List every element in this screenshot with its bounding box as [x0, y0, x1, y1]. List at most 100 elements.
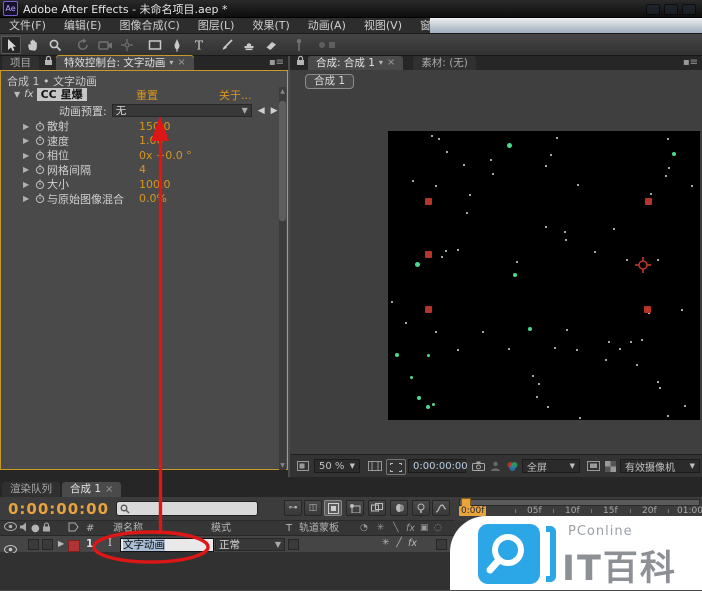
effect-name[interactable]: CC 星爆	[37, 88, 87, 101]
expander-icon[interactable]: ▶	[23, 165, 33, 174]
expander-icon[interactable]: ▶	[23, 136, 33, 145]
expander-icon[interactable]: ▶	[23, 194, 33, 203]
resolution-dropdown[interactable]: 全屏▼	[522, 459, 580, 473]
comp-flowchart-chip[interactable]: 合成 1	[305, 74, 354, 89]
tab-timeline-comp[interactable]: 合成 1 ×	[62, 482, 121, 497]
region-of-interest-icon[interactable]	[386, 459, 406, 475]
scroll-down-icon[interactable]: ▼	[279, 461, 286, 470]
preserve-transparency-toggle[interactable]	[288, 539, 299, 550]
index-column-header[interactable]: #	[86, 522, 94, 535]
scrollbar-thumb[interactable]	[279, 101, 286, 221]
panel-lock-icon[interactable]	[44, 51, 53, 70]
type-tool-icon[interactable]: T	[189, 36, 209, 54]
menu-file[interactable]: 文件(F)	[0, 18, 55, 34]
expander-icon[interactable]: ▶	[23, 122, 33, 131]
channel-rgb-icon[interactable]	[504, 459, 520, 473]
search-input[interactable]	[130, 502, 244, 516]
zoom-level-dropdown[interactable]: 50 %▼	[314, 459, 360, 473]
expander-icon[interactable]: ▶	[23, 151, 33, 160]
tab-dropdown-caret-icon[interactable]: ▾	[379, 56, 383, 70]
previous-preset-icon[interactable]: ◀	[258, 106, 265, 116]
layer-motion-blur-toggle[interactable]	[436, 539, 447, 550]
show-snapshot-icon[interactable]	[488, 459, 502, 473]
shape-tool-icon[interactable]	[145, 36, 165, 54]
eraser-tool-icon[interactable]	[261, 36, 281, 54]
tab-footage[interactable]: 素材: (无)	[413, 56, 476, 70]
property-value[interactable]: 0.0%	[139, 192, 167, 205]
panel-lock-icon[interactable]	[296, 51, 305, 70]
menu-composition[interactable]: 图像合成(C)	[110, 18, 188, 34]
effect-reset-link[interactable]: 重置	[136, 87, 158, 103]
menu-edit[interactable]: 编辑(E)	[55, 18, 111, 34]
comp-canvas[interactable]	[388, 131, 700, 420]
scroll-up-icon[interactable]: ▲	[279, 87, 286, 96]
layer-quality-icon[interactable]: ✳ ╱	[382, 538, 404, 548]
layer-solo-toggle[interactable]	[42, 539, 53, 550]
fx-badge[interactable]: fx	[24, 89, 33, 100]
rotation-tool-icon[interactable]	[73, 36, 93, 54]
layer-audio-toggle[interactable]	[28, 539, 39, 550]
effect-panel-scrollbar[interactable]: ▲ ▼	[279, 87, 286, 470]
expander-icon[interactable]: ▶	[23, 180, 33, 189]
frame-blend-icon[interactable]	[368, 500, 386, 516]
property-value[interactable]: 150.0	[139, 120, 171, 133]
comp-mini-flowchart-icon[interactable]: ⊶	[284, 500, 302, 516]
stopwatch-icon[interactable]	[33, 121, 47, 132]
timeline-search-box[interactable]	[116, 501, 258, 516]
stopwatch-icon[interactable]	[33, 164, 47, 175]
tab-close-icon[interactable]: ×	[387, 58, 395, 68]
preserve-transparency-column-header[interactable]: T	[286, 522, 292, 535]
close-button[interactable]	[682, 4, 696, 15]
property-value[interactable]: 100.0	[139, 178, 171, 191]
tab-close-icon[interactable]: ×	[177, 58, 185, 68]
layer-fx-icon[interactable]: fx	[408, 538, 417, 549]
current-time-display[interactable]: 0:00:00:00	[8, 500, 109, 518]
tab-close-icon[interactable]: ×	[105, 485, 113, 495]
live-update-icon[interactable]	[324, 500, 342, 516]
stopwatch-icon[interactable]	[33, 193, 47, 204]
draft-3d-icon[interactable]: ◫	[304, 500, 322, 516]
track-matte-column-header[interactable]: 轨道蒙板	[299, 522, 339, 535]
always-preview-icon[interactable]	[295, 459, 311, 473]
brainstorm-icon[interactable]	[412, 500, 430, 516]
toggle-mask-icon[interactable]	[584, 459, 602, 473]
comp-timecode[interactable]: 0:00:00:00	[408, 459, 466, 473]
clone-stamp-tool-icon[interactable]	[239, 36, 259, 54]
brush-tool-icon[interactable]	[217, 36, 237, 54]
safe-margins-icon[interactable]	[366, 459, 384, 473]
panel-menu-icon[interactable]: ▪≡	[269, 56, 284, 70]
snapshot-camera-icon[interactable]	[470, 459, 486, 473]
layer-mode-dropdown[interactable]: 正常 ▼	[215, 538, 285, 551]
minimize-button[interactable]	[646, 4, 660, 15]
label-column-icon[interactable]	[68, 522, 79, 535]
panel-menu-icon[interactable]: ▪≡	[683, 56, 698, 70]
selection-tool-icon[interactable]	[1, 36, 21, 54]
layer-expander-icon[interactable]: ▶	[58, 539, 64, 548]
stopwatch-icon[interactable]	[33, 150, 47, 161]
tab-project[interactable]: 项目	[2, 56, 39, 70]
work-area-bar[interactable]	[459, 499, 700, 506]
stopwatch-icon[interactable]	[33, 135, 47, 146]
source-name-column-header[interactable]: 源名称	[113, 522, 143, 535]
maximize-button[interactable]	[664, 4, 678, 15]
menu-animation[interactable]: 动画(A)	[299, 18, 355, 34]
graph-editor-icon[interactable]	[432, 500, 450, 516]
next-preset-icon[interactable]: ▶	[271, 106, 278, 116]
effect-expander-icon[interactable]: ▼	[14, 90, 20, 99]
menu-layer[interactable]: 图层(L)	[189, 18, 244, 34]
transparency-grid-icon[interactable]	[602, 459, 618, 473]
menu-effect[interactable]: 效果(T)	[243, 18, 298, 34]
tab-render-queue[interactable]: 渲染队列	[2, 482, 60, 497]
camera-tool-icon[interactable]	[95, 36, 115, 54]
layer-name-input[interactable]: 文字动画	[120, 538, 214, 552]
tab-effect-controls[interactable]: 特效控制台: 文字动画 ▾ ×	[56, 56, 194, 70]
property-value[interactable]: 4	[139, 163, 146, 176]
tab-composition[interactable]: 合成: 合成 1 ▾ ×	[308, 56, 403, 70]
layer-label-swatch[interactable]	[68, 540, 80, 552]
menu-view[interactable]: 视图(V)	[355, 18, 411, 34]
hand-tool-icon[interactable]	[23, 36, 43, 54]
tab-dropdown-caret-icon[interactable]: ▾	[169, 56, 173, 70]
preset-dropdown[interactable]: 无 ▼	[112, 104, 252, 117]
shy-layers-icon[interactable]	[346, 500, 364, 516]
effect-point-crosshair-icon[interactable]	[635, 257, 651, 273]
